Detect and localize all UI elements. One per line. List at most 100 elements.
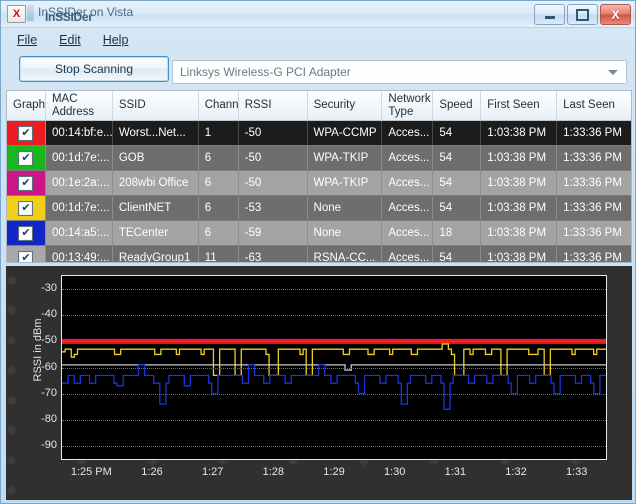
chevron-down-icon bbox=[608, 70, 618, 75]
menu-item-edit-label: Edit bbox=[59, 33, 81, 47]
graph-checkbox[interactable]: ✔ bbox=[18, 150, 34, 166]
cell-ssid: ClientNET bbox=[113, 196, 199, 220]
graph-color-swatch: ✔ bbox=[7, 146, 46, 170]
app-icon: X bbox=[7, 5, 26, 23]
window-title-overlay: InSSIDer bbox=[45, 10, 93, 24]
rssi-time-chart: ❄ ❅ ❆ ❄ ❅ ❆ ❄ ❅ ❆ ❄❄ ❅ ❆ ❄ ❅ ❆ ❄ ❅ ❆ ❄❄ … bbox=[6, 266, 632, 500]
graph-checkbox[interactable]: ✔ bbox=[18, 125, 34, 141]
table-row[interactable]: ✔ 00:1d:7e:... ClientNET 6 -53 None Acces... 54… bbox=[7, 196, 631, 221]
cell-first-seen: 1:03:38 PM bbox=[481, 221, 558, 245]
chart-y-tick-label: -50 bbox=[41, 334, 57, 347]
cell-ssid: GOB bbox=[113, 146, 199, 170]
cell-mac-address: 00:1d:7e:... bbox=[46, 196, 113, 220]
cell-network-type: Acces... bbox=[382, 146, 434, 170]
graph-color-swatch: ✔ bbox=[7, 171, 46, 195]
cell-rssi: -59 bbox=[239, 221, 308, 245]
column-header-last-seen[interactable]: Last Seen bbox=[557, 91, 631, 120]
cell-speed: 54 bbox=[433, 146, 482, 170]
column-header-ssid[interactable]: SSID bbox=[113, 91, 199, 120]
menu-item-help[interactable]: Help bbox=[103, 33, 129, 47]
cell-mac-address: 00:1e:2a:... bbox=[46, 171, 113, 195]
cell-security: None bbox=[308, 196, 383, 220]
cell-channel: 11 bbox=[199, 246, 239, 262]
chart-x-tick-label: 1:26 bbox=[141, 466, 163, 478]
column-header-first-seen[interactable]: First Seen bbox=[481, 91, 558, 120]
network-table: Graph MAC Address SSID Chann RSSI Securi… bbox=[6, 90, 632, 263]
cell-security: None bbox=[308, 221, 383, 245]
cell-last-seen: 1:33:36 PM bbox=[563, 127, 622, 139]
chart-y-tick-label: -70 bbox=[41, 386, 57, 399]
chart-x-tick-label: 1:27 bbox=[201, 466, 224, 478]
cell-channel: 6 bbox=[199, 196, 239, 220]
cell-network-type: Acces... bbox=[382, 196, 434, 220]
graph-color-swatch: ✔ bbox=[7, 221, 46, 245]
cell-last-seen: 1:33:36 PM bbox=[563, 252, 622, 263]
table-row[interactable]: ✔ 00:13:49:... ReadyGroup1 11 -63 RSNA-CC... A… bbox=[7, 246, 631, 263]
maximize-icon bbox=[576, 8, 589, 21]
column-header-graph[interactable]: Graph bbox=[7, 91, 46, 120]
chart-series-line bbox=[62, 364, 606, 410]
cell-mac-address: 00:13:49:... bbox=[46, 246, 113, 262]
cell-speed: 54 bbox=[433, 246, 482, 262]
chart-y-tick-label: -80 bbox=[41, 412, 57, 425]
cell-first-seen: 1:03:38 PM bbox=[481, 196, 558, 220]
cell-ssid: TECenter bbox=[113, 221, 199, 245]
cell-rssi: -50 bbox=[239, 171, 308, 195]
chart-x-tick-label: 1:33 bbox=[565, 466, 588, 478]
cell-ssid: Worst...Net... bbox=[113, 121, 199, 145]
chart-gridline bbox=[62, 367, 606, 369]
adapter-dropdown-value: Linksys Wireless-G PCI Adapter bbox=[180, 65, 351, 79]
cell-speed: 54 bbox=[433, 121, 482, 145]
cell-network-type: Acces... bbox=[382, 246, 434, 262]
graph-checkbox[interactable]: ✔ bbox=[18, 200, 34, 216]
graph-checkbox[interactable]: ✔ bbox=[18, 175, 34, 191]
app-icon-secondary bbox=[27, 5, 34, 21]
graph-color-swatch: ✔ bbox=[7, 196, 46, 220]
chart-gridline bbox=[62, 341, 606, 343]
table-row[interactable]: ✔ 00:14:a5:... TECenter 6 -59 None Acces... 18 1… bbox=[7, 221, 631, 246]
column-header-mac-line2: Address bbox=[51, 105, 95, 118]
chart-plot-area[interactable] bbox=[61, 275, 607, 460]
column-header-ntype-line1: Network bbox=[388, 92, 431, 105]
table-row[interactable]: ✔ 00:14:bf:e... Worst...Net... 1 -50 WPA-CCMP… bbox=[7, 121, 631, 146]
graph-checkbox[interactable]: ✔ bbox=[18, 250, 34, 262]
maximize-button[interactable] bbox=[567, 4, 598, 25]
column-header-rssi[interactable]: RSSI bbox=[239, 91, 308, 120]
close-button[interactable]: X bbox=[600, 4, 631, 25]
menu-item-edit[interactable]: Edit bbox=[59, 33, 81, 47]
cell-first-seen: 1:03:38 PM bbox=[481, 171, 558, 195]
stop-scanning-button[interactable]: Stop Scanning bbox=[19, 56, 169, 82]
column-header-security[interactable]: Security bbox=[308, 91, 383, 120]
minimize-button[interactable] bbox=[534, 4, 565, 25]
cell-network-type: Acces... bbox=[382, 171, 434, 195]
cell-network-type: Acces... bbox=[382, 121, 434, 145]
menu-item-file-label: File bbox=[17, 33, 38, 47]
cell-first-seen: 1:03:38 PM bbox=[481, 246, 558, 262]
chart-gridline bbox=[62, 393, 606, 395]
graph-color-swatch: ✔ bbox=[7, 121, 46, 145]
graph-color-swatch: ✔ bbox=[7, 246, 46, 262]
menu-item-file[interactable]: File bbox=[17, 33, 37, 47]
table-body: ✔ 00:14:bf:e... Worst...Net... 1 -50 WPA-CCMP… bbox=[7, 121, 631, 263]
cell-ssid: 208wbi Office bbox=[113, 171, 199, 195]
graph-checkbox[interactable]: ✔ bbox=[18, 225, 34, 241]
cell-rssi: -53 bbox=[239, 196, 308, 220]
menu-bar: File Edit Help bbox=[1, 28, 635, 52]
column-header-mac-address[interactable]: MAC Address bbox=[46, 91, 113, 120]
column-header-speed[interactable]: Speed bbox=[433, 91, 482, 120]
cell-ssid: ReadyGroup1 bbox=[113, 246, 199, 262]
column-header-network-type[interactable]: Network Type bbox=[382, 91, 434, 120]
close-icon: X bbox=[611, 7, 620, 22]
cell-rssi: -50 bbox=[239, 146, 308, 170]
chart-x-tick-label: 1:29 bbox=[323, 466, 345, 478]
column-header-channel[interactable]: Chann bbox=[199, 91, 239, 120]
cell-channel: 6 bbox=[199, 171, 239, 195]
title-bar: X InSSIDer on Vista InSSIDer X bbox=[1, 1, 635, 28]
table-row[interactable]: ✔ 00:1d:7e:... GOB 6 -50 WPA-TKIP Acces... 54 1:… bbox=[7, 146, 631, 171]
table-row[interactable]: ✔ 00:1e:2a:... 208wbi Office 6 -50 WPA-TKIP Ac… bbox=[7, 171, 631, 196]
cell-security: WPA-TKIP bbox=[308, 171, 383, 195]
chart-y-tick-label: -30 bbox=[41, 282, 57, 295]
adapter-dropdown[interactable]: Linksys Wireless-G PCI Adapter bbox=[172, 60, 627, 84]
menu-item-help-label: Help bbox=[102, 33, 129, 47]
cell-security: RSNA-CC... bbox=[308, 246, 383, 262]
